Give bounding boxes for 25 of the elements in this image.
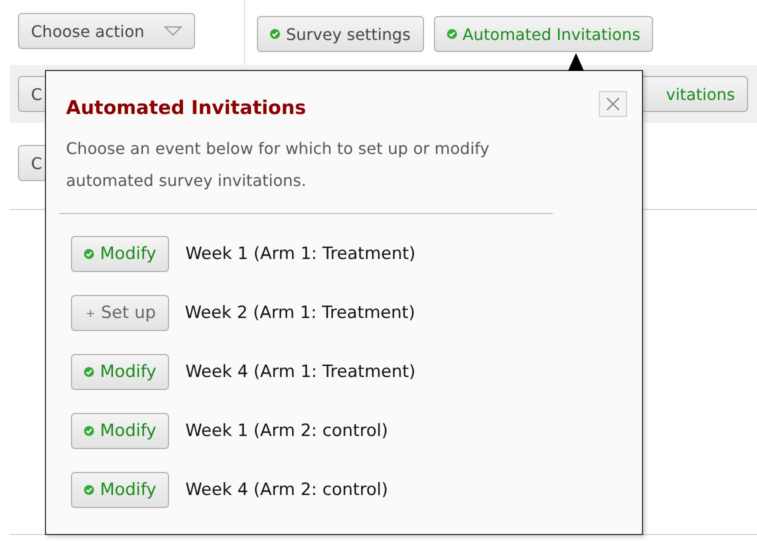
caret-icon — [164, 26, 182, 36]
check-icon — [84, 485, 94, 495]
event-name: Week 4 (Arm 1: Treatment) — [185, 362, 416, 382]
event-name: Week 2 (Arm 1: Treatment) — [184, 303, 416, 323]
close-icon[interactable] — [599, 91, 627, 117]
check-icon — [270, 29, 280, 39]
modify-button[interactable]: Modify — [71, 472, 170, 508]
choose-action-dropdown[interactable]: Choose action — [18, 13, 196, 49]
toolbar-button[interactable]: Automated Invitations — [434, 16, 654, 52]
check-icon — [84, 249, 94, 259]
toolbar-button[interactable]: Survey settings — [257, 16, 424, 52]
check-icon — [446, 29, 457, 39]
check-icon — [84, 426, 94, 436]
modify-button[interactable]: Modify — [71, 413, 170, 449]
modify-button[interactable]: Modify — [71, 354, 170, 390]
popover-description: Choose an event below for which to set up or modify automated survey invitations. — [59, 133, 553, 214]
event-name: Week 4 (Arm 2: control) — [185, 480, 388, 500]
pointer-arrow-icon — [568, 53, 584, 71]
set-up-button[interactable]: Set up — [71, 295, 169, 331]
check-icon — [84, 367, 94, 377]
event-name: Week 1 (Arm 2: control) — [185, 421, 388, 441]
plus-icon — [86, 308, 95, 318]
event-name: Week 1 (Arm 1: Treatment) — [185, 244, 416, 264]
popover-title: Automated Invitations — [66, 97, 306, 119]
modify-button[interactable]: Modify — [71, 236, 170, 272]
